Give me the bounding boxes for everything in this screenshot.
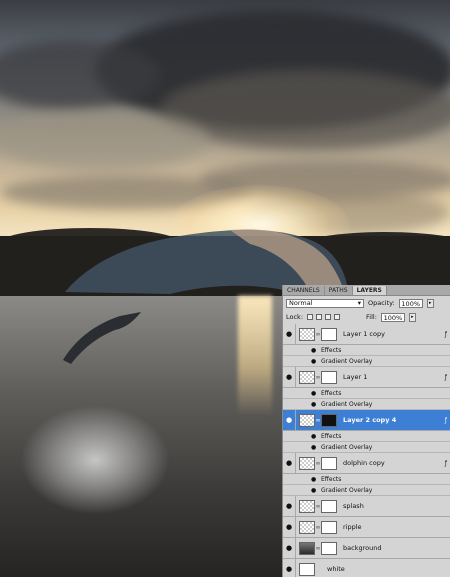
layer-mask-thumbnail <box>321 370 337 384</box>
fx-icon[interactable]: ƒ <box>445 417 447 424</box>
fill-label: Fill: <box>366 313 377 321</box>
layer-row[interactable]: ● ∞ splash <box>283 496 450 517</box>
layer-thumbnail <box>299 456 315 470</box>
layers-list: ● ∞ Layer 1 copy ƒ ● Effects ● Gradient Ov… <box>283 324 450 577</box>
fx-icon[interactable]: ƒ <box>445 331 447 338</box>
lock-label: Lock: <box>286 313 304 321</box>
layer-name: Layer 1 copy <box>343 330 385 338</box>
layer-thumbnail <box>299 327 315 341</box>
eye-icon[interactable]: ● <box>283 517 296 537</box>
eye-icon[interactable]: ● <box>311 444 317 451</box>
tab-layers[interactable]: LAYERS <box>352 286 387 295</box>
opacity-field[interactable]: 100% <box>398 298 423 308</box>
eye-icon[interactable]: ● <box>283 453 296 473</box>
blend-row: Normal ▾ Opacity: 100% ▸ <box>283 296 450 310</box>
layer-row[interactable]: ● ∞ Layer 1 copy ƒ <box>283 324 450 345</box>
layer-mask-thumbnail <box>321 499 337 513</box>
layer-name: Layer 2 copy 4 <box>343 416 397 424</box>
lock-image-icon[interactable] <box>316 314 323 320</box>
tab-paths[interactable]: PATHS <box>325 286 353 295</box>
layer-mask-thumbnail <box>321 413 337 427</box>
effects-label: Effects <box>321 346 342 354</box>
layer-name: ripple <box>343 523 362 531</box>
effect-name: Gradient Overlay <box>321 400 373 408</box>
effects-label: Effects <box>321 389 342 397</box>
eye-icon[interactable]: ● <box>311 487 317 494</box>
lock-row: Lock: Fill: 100% ▸ <box>283 310 450 324</box>
effect-name: Gradient Overlay <box>321 443 373 451</box>
blend-mode-value: Normal <box>289 299 313 307</box>
layer-name: splash <box>343 502 364 510</box>
layer-row-selected[interactable]: ● ∞ Layer 2 copy 4 ƒ <box>283 410 450 431</box>
eye-icon[interactable]: ● <box>283 367 296 387</box>
effect-name: Gradient Overlay <box>321 486 373 494</box>
fx-icon[interactable]: ƒ <box>445 374 447 381</box>
lock-position-icon[interactable] <box>325 314 332 320</box>
effects-label: Effects <box>321 475 342 483</box>
eye-icon[interactable]: ● <box>283 538 296 558</box>
blend-mode-select[interactable]: Normal ▾ <box>286 298 364 308</box>
water-splash <box>20 405 170 515</box>
lock-transparency-icon[interactable] <box>307 314 314 320</box>
eye-icon[interactable]: ● <box>283 324 296 344</box>
effects-row[interactable]: ● Effects <box>283 345 450 356</box>
layer-name: Layer 1 <box>343 373 368 381</box>
layer-row[interactable]: ● ∞ Layer 1 ƒ <box>283 367 450 388</box>
sun-reflection <box>238 296 272 416</box>
layer-thumbnail <box>299 520 315 534</box>
chevron-down-icon: ▾ <box>357 299 361 307</box>
opacity-label: Opacity: <box>368 299 395 307</box>
opacity-slider-button[interactable]: ▸ <box>426 298 434 308</box>
eye-icon[interactable]: ● <box>283 559 296 577</box>
cloud <box>0 110 210 170</box>
layer-name: background <box>343 544 382 552</box>
layer-mask-thumbnail <box>321 327 337 341</box>
eye-icon[interactable]: ● <box>311 433 317 440</box>
effects-row[interactable]: ● Effects <box>283 431 450 442</box>
eye-icon[interactable]: ● <box>311 476 317 483</box>
lock-all-icon[interactable] <box>334 314 341 320</box>
layer-row[interactable]: ● ∞ ripple <box>283 517 450 538</box>
layer-row[interactable]: ● ∞ dolphin copy ƒ <box>283 453 450 474</box>
layer-thumbnail <box>299 370 315 384</box>
eye-icon[interactable]: ● <box>311 358 317 365</box>
tab-channels[interactable]: CHANNELS <box>283 286 325 295</box>
layers-panel: CHANNELS PATHS LAYERS Normal ▾ Opacity: … <box>282 285 450 577</box>
layer-row[interactable]: ● white <box>283 559 450 577</box>
layer-thumbnail <box>299 499 315 513</box>
eye-icon[interactable]: ● <box>283 410 296 430</box>
layer-row[interactable]: ● ∞ background <box>283 538 450 559</box>
effects-row[interactable]: ● Effects <box>283 474 450 485</box>
dolphin-shape <box>63 312 141 364</box>
effect-row[interactable]: ● Gradient Overlay <box>283 356 450 367</box>
layer-thumbnail <box>299 541 315 555</box>
layer-thumbnail <box>299 562 315 576</box>
fx-icon[interactable]: ƒ <box>445 460 447 467</box>
effect-row[interactable]: ● Gradient Overlay <box>283 399 450 410</box>
eye-icon[interactable]: ● <box>311 390 317 397</box>
eye-icon[interactable]: ● <box>311 401 317 408</box>
panel-tabs: CHANNELS PATHS LAYERS <box>283 285 450 296</box>
effects-label: Effects <box>321 432 342 440</box>
effects-row[interactable]: ● Effects <box>283 388 450 399</box>
lock-icons <box>307 314 341 320</box>
layer-name: dolphin copy <box>343 459 385 467</box>
effect-name: Gradient Overlay <box>321 357 373 365</box>
eye-icon[interactable]: ● <box>283 496 296 516</box>
fill-field[interactable]: 100% <box>380 312 405 322</box>
layer-name: white <box>327 565 345 573</box>
effect-row[interactable]: ● Gradient Overlay <box>283 442 450 453</box>
layer-mask-thumbnail <box>321 520 337 534</box>
layer-thumbnail <box>299 413 315 427</box>
layer-mask-thumbnail <box>321 456 337 470</box>
eye-icon[interactable]: ● <box>311 347 317 354</box>
layer-mask-thumbnail <box>321 541 337 555</box>
effect-row[interactable]: ● Gradient Overlay <box>283 485 450 496</box>
fill-slider-button[interactable]: ▸ <box>408 312 416 322</box>
